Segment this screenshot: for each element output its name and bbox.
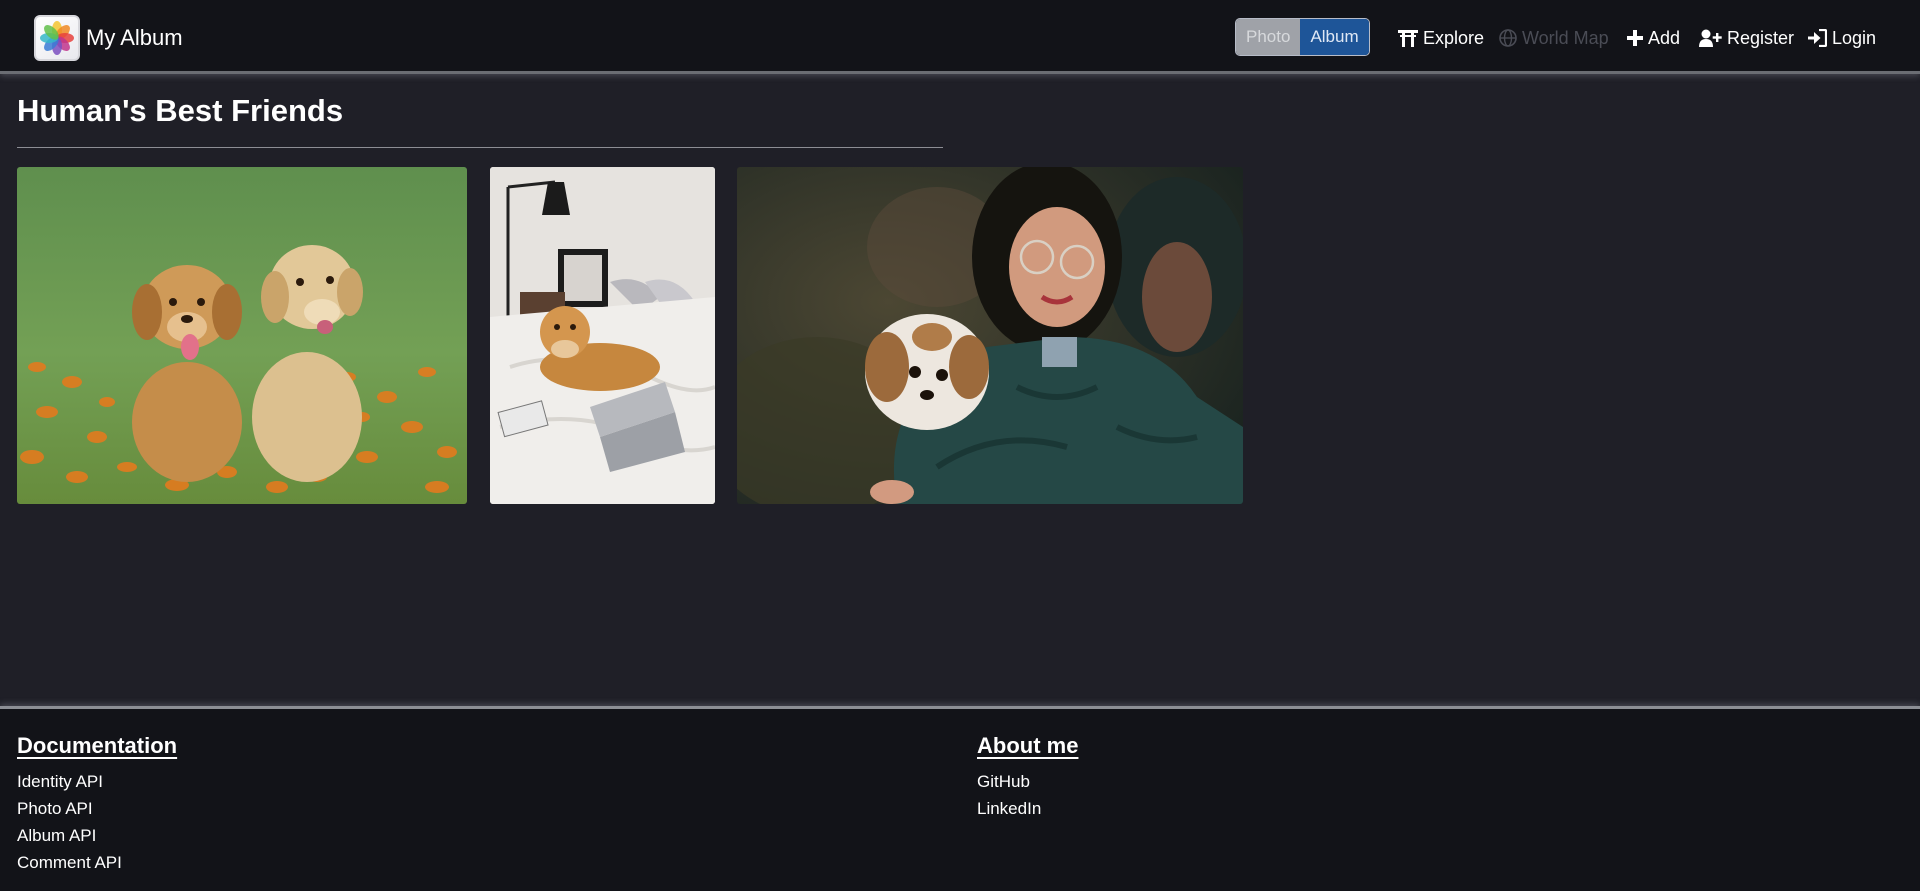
view-toggle-group: Photo Album: [1235, 18, 1370, 56]
nav-register-link[interactable]: Register: [1699, 25, 1794, 51]
nav-add-label: Add: [1648, 27, 1681, 48]
footer-documentation-section: Documentation Identity API Photo API Alb…: [17, 733, 177, 876]
photo-couple-with-dog[interactable]: [737, 167, 1243, 504]
nav-explore-label: Explore: [1423, 27, 1485, 48]
footer-link-github[interactable]: GitHub: [977, 768, 1078, 795]
album-title: Human's Best Friends: [17, 93, 344, 128]
brand-title: My Album: [86, 25, 183, 50]
photos-app-logo-icon: [34, 15, 80, 61]
user-plus-icon: [1699, 29, 1722, 47]
nav-register-label: Register: [1727, 27, 1795, 48]
nav-login-label: Login: [1832, 27, 1877, 48]
title-divider: [17, 147, 943, 148]
toggle-album-button[interactable]: Album: [1300, 19, 1369, 55]
globe-icon: [1499, 29, 1517, 47]
navbar: My Album Photo Album Explore World Map A…: [0, 0, 1920, 74]
footer-about-section: About me GitHub LinkedIn: [977, 733, 1078, 822]
sign-in-icon: [1808, 29, 1827, 47]
footer-link-identity-api[interactable]: Identity API: [17, 768, 177, 795]
brand-link[interactable]: My Album: [34, 15, 183, 61]
footer-about-heading: About me: [977, 733, 1079, 758]
footer-link-photo-api[interactable]: Photo API: [17, 795, 177, 822]
footer-link-linkedin[interactable]: LinkedIn: [977, 795, 1078, 822]
nav-world-map-link[interactable]: World Map: [1499, 25, 1609, 51]
nav-world-map-label: World Map: [1522, 27, 1609, 48]
footer-link-album-api[interactable]: Album API: [17, 822, 177, 849]
footer: Documentation Identity API Photo API Alb…: [0, 706, 1920, 891]
photo-dog-on-bed[interactable]: [490, 167, 715, 504]
nav-add-link[interactable]: Add: [1627, 25, 1680, 51]
footer-link-comment-api[interactable]: Comment API: [17, 849, 177, 876]
footer-documentation-heading: Documentation: [17, 733, 178, 758]
plus-icon: [1627, 30, 1643, 46]
nav-explore-link[interactable]: Explore: [1398, 25, 1484, 51]
torii-gate-icon: [1398, 30, 1418, 47]
photo-puppies-in-flowers[interactable]: [17, 167, 467, 504]
toggle-photo-button[interactable]: Photo: [1236, 19, 1301, 55]
nav-login-link[interactable]: Login: [1808, 25, 1876, 51]
